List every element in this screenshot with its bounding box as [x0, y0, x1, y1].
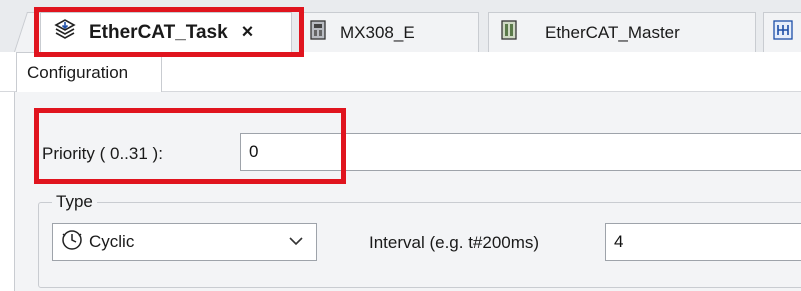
tab-ethercat-master[interactable]: EtherCAT_Master [488, 12, 756, 52]
tab-label: EtherCAT_Task [89, 21, 228, 43]
type-group-title: Type [52, 192, 97, 212]
priority-input[interactable] [240, 133, 801, 171]
type-dropdown-value: Cyclic [89, 232, 135, 251]
tab-mx308-e[interactable]: MX308_E [301, 12, 479, 52]
task-icon [53, 18, 77, 47]
tab-ethercat-task[interactable]: EtherCAT_Task × [40, 12, 292, 52]
close-icon[interactable]: × [242, 21, 254, 44]
tab-configuration[interactable]: Configuration [16, 52, 162, 93]
clock-icon [61, 229, 83, 256]
type-dropdown[interactable]: Cyclic [52, 223, 317, 261]
fieldbus-icon [772, 19, 794, 46]
chevron-down-icon [288, 233, 304, 254]
editor-tab-strip: EtherCAT_Task × MX308_E EtherCAT_Master [0, 0, 801, 52]
tab-label: MX308_E [340, 22, 415, 42]
interval-label: Interval (e.g. t#200ms) [369, 233, 540, 252]
tab-fieldbus[interactable] [763, 12, 801, 52]
priority-label: Priority ( 0..31 ): [42, 144, 163, 163]
configuration-tab-row: Configuration [0, 52, 801, 93]
device-icon [308, 19, 328, 46]
tab-label: Configuration [27, 63, 129, 82]
master-device-icon [499, 19, 519, 46]
interval-input[interactable] [605, 223, 801, 261]
tab-label: EtherCAT_Master [545, 22, 680, 42]
